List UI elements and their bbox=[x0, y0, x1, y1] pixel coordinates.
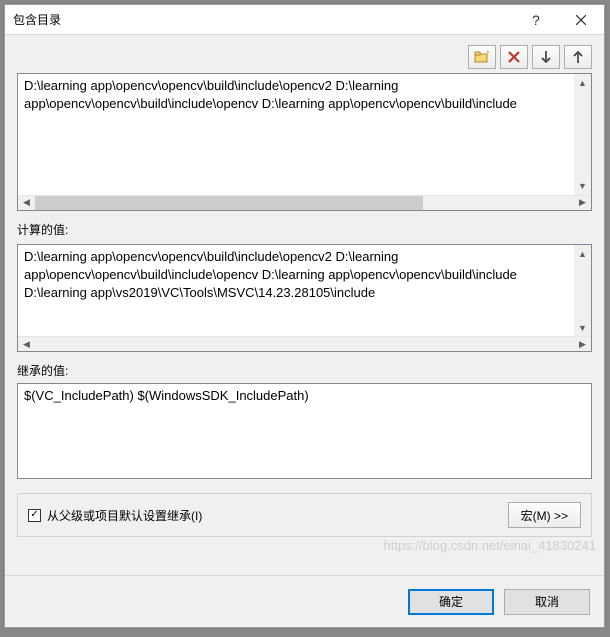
computed-vscrollbar[interactable]: ▲ ▼ bbox=[574, 245, 591, 336]
new-folder-button[interactable] bbox=[468, 45, 496, 69]
cancel-button[interactable]: 取消 bbox=[504, 589, 590, 615]
inherit-checkbox[interactable]: ✓ 从父级或项目默认设置继承(I) bbox=[28, 507, 508, 524]
scroll-right-icon[interactable]: ▶ bbox=[574, 196, 591, 210]
client-area: D:\learning app\opencv\opencv\build\incl… bbox=[5, 35, 604, 575]
scroll-right-icon[interactable]: ▶ bbox=[574, 337, 591, 351]
svg-text:?: ? bbox=[532, 13, 540, 27]
arrow-down-icon bbox=[540, 50, 552, 64]
ok-button[interactable]: 确定 bbox=[408, 589, 494, 615]
computed-paths-panel: D:\learning app\opencv\opencv\build\incl… bbox=[17, 244, 592, 352]
scroll-up-icon[interactable]: ▲ bbox=[574, 245, 591, 262]
editable-vscrollbar[interactable]: ▲ ▼ bbox=[574, 74, 591, 195]
macro-button[interactable]: 宏(M) >> bbox=[508, 502, 581, 528]
toolbar bbox=[17, 45, 592, 69]
editable-paths-panel: D:\learning app\opencv\opencv\build\incl… bbox=[17, 73, 592, 211]
scroll-left-icon[interactable]: ◀ bbox=[18, 196, 35, 210]
computed-label: 计算的值: bbox=[17, 221, 592, 238]
help-button[interactable]: ? bbox=[512, 5, 558, 35]
hscroll-thumb[interactable] bbox=[35, 196, 423, 210]
scroll-down-icon[interactable]: ▼ bbox=[574, 178, 591, 195]
watermark: https://blog.csdn.net/einai_41830241 bbox=[383, 538, 596, 553]
help-icon: ? bbox=[530, 13, 540, 27]
scroll-left-icon[interactable]: ◀ bbox=[18, 337, 35, 351]
dialog-window: 包含目录 ? D:\learning app\opencv\opencv bbox=[4, 4, 605, 628]
checkbox-icon[interactable]: ✓ bbox=[28, 509, 41, 522]
inherited-label: 继承的值: bbox=[17, 362, 592, 379]
scroll-down-icon[interactable]: ▼ bbox=[574, 319, 591, 336]
arrow-up-icon bbox=[572, 50, 584, 64]
dialog-button-bar: 确定 取消 bbox=[5, 575, 604, 627]
options-row: ✓ 从父级或项目默认设置继承(I) 宏(M) >> bbox=[17, 493, 592, 537]
new-folder-icon bbox=[474, 50, 490, 64]
inherited-paths-list: $(VC_IncludePath) $(WindowsSDK_IncludePa… bbox=[18, 384, 591, 478]
move-down-button[interactable] bbox=[532, 45, 560, 69]
delete-icon bbox=[507, 50, 521, 64]
move-up-button[interactable] bbox=[564, 45, 592, 69]
computed-hscrollbar[interactable]: ◀ ▶ bbox=[18, 336, 591, 351]
scroll-up-icon[interactable]: ▲ bbox=[574, 74, 591, 91]
title-bar[interactable]: 包含目录 ? bbox=[5, 5, 604, 35]
delete-button[interactable] bbox=[500, 45, 528, 69]
window-title: 包含目录 bbox=[13, 11, 512, 28]
close-button[interactable] bbox=[558, 5, 604, 35]
inherit-checkbox-label: 从父级或项目默认设置继承(I) bbox=[47, 507, 202, 524]
close-icon bbox=[576, 15, 586, 25]
editable-paths-list[interactable]: D:\learning app\opencv\opencv\build\incl… bbox=[18, 74, 574, 195]
editable-hscrollbar[interactable]: ◀ ▶ bbox=[18, 195, 591, 210]
computed-paths-list: D:\learning app\opencv\opencv\build\incl… bbox=[18, 245, 574, 336]
inherited-paths-panel: $(VC_IncludePath) $(WindowsSDK_IncludePa… bbox=[17, 383, 592, 479]
